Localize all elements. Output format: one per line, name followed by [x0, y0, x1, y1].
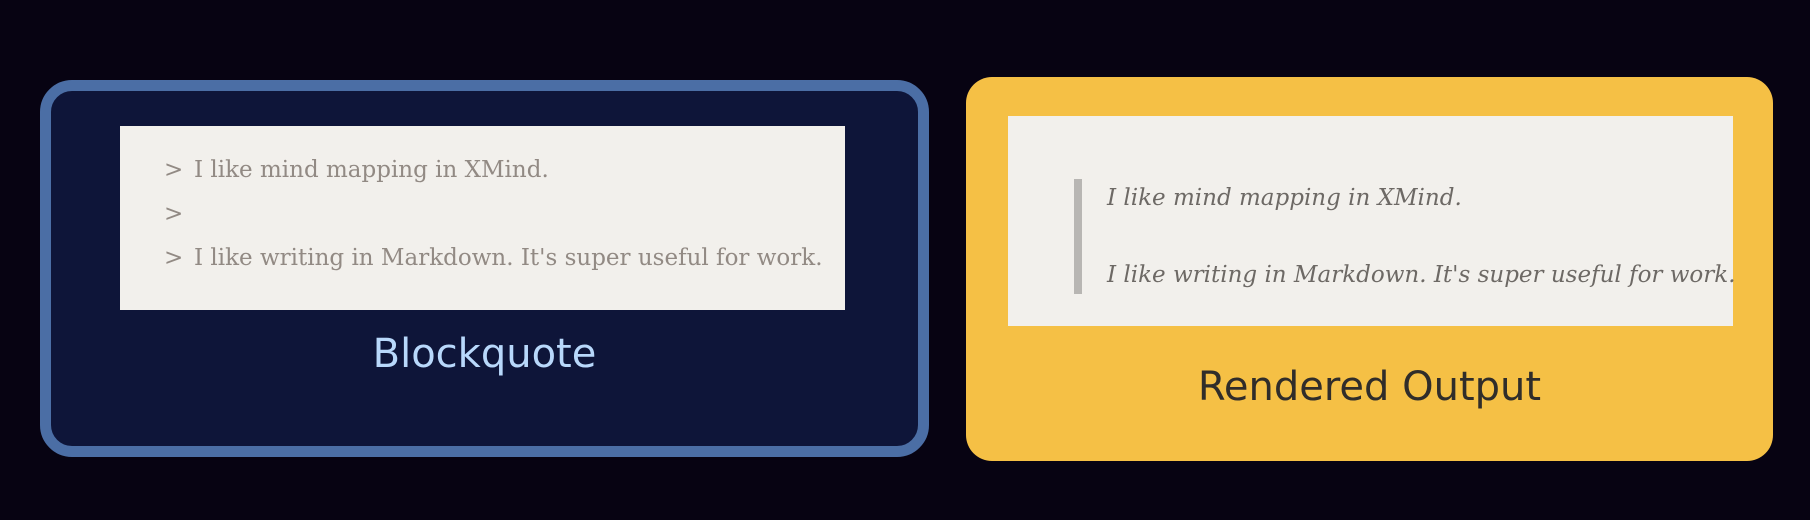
markdown-source-panel: > I like mind mapping in XMind. > > I li… [120, 126, 845, 310]
rendered-output-panel: I like mind mapping in XMind. I like wri… [1008, 116, 1736, 326]
blockquote-marker: > [164, 245, 184, 271]
blockquote-paragraph: I like mind mapping in XMind. [1107, 185, 1462, 211]
blockquote-marker: > [164, 157, 184, 183]
markdown-line-text: I like writing in Markdown. It's super u… [194, 245, 823, 271]
markdown-source-card: > I like mind mapping in XMind. > > I li… [40, 80, 929, 457]
rendered-output-card: I like mind mapping in XMind. I like wri… [966, 77, 1773, 461]
markdown-line: > [120, 192, 845, 236]
blockquote-paragraph: I like writing in Markdown. It's super u… [1107, 262, 1736, 288]
blockquote-marker: > [164, 201, 184, 227]
markdown-line: > I like mind mapping in XMind. [120, 148, 845, 192]
source-card-title: Blockquote [372, 331, 597, 377]
blockquote-bar [1074, 179, 1082, 294]
markdown-line: > I like writing in Markdown. It's super… [120, 236, 845, 280]
rendered-card-title: Rendered Output [1197, 364, 1542, 410]
markdown-line-text: I like mind mapping in XMind. [194, 157, 549, 183]
